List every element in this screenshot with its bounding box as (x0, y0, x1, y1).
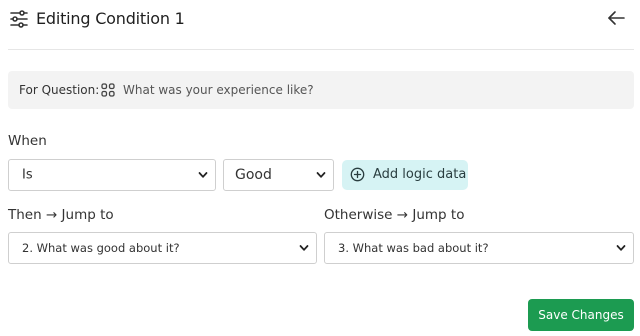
save-changes-button[interactable]: Save Changes (528, 299, 634, 331)
plus-circle-icon (350, 167, 365, 182)
answer-value: Good (235, 167, 272, 183)
operator-select[interactable]: Is (8, 159, 216, 191)
then-jump-value: 2. What was good about it? (22, 241, 180, 255)
chevron-down-icon (198, 172, 208, 178)
page-title: Editing Condition 1 (36, 9, 185, 28)
grid-icon (101, 83, 115, 97)
otherwise-label: Otherwise → Jump to (324, 207, 465, 223)
answer-select[interactable]: Good (223, 159, 334, 191)
otherwise-jump-select[interactable]: 3. What was bad about it? (324, 232, 634, 264)
arrow-left-icon[interactable] (606, 8, 626, 28)
chevron-down-icon (616, 245, 626, 251)
chevron-down-icon (299, 245, 309, 251)
otherwise-jump-value: 3. What was bad about it? (338, 241, 489, 255)
then-jump-select[interactable]: 2. What was good about it? (8, 232, 317, 264)
question-text: What was your experience like? (123, 83, 314, 97)
add-logic-label: Add logic data (373, 167, 467, 182)
chevron-down-icon (316, 172, 326, 178)
operator-value: Is (22, 167, 33, 183)
sliders-icon (10, 10, 28, 28)
then-label: Then → Jump to (8, 207, 114, 223)
question-box: For Question: What was your experience l… (8, 71, 634, 109)
when-label: When (8, 133, 47, 149)
header: Editing Condition 1 (0, 0, 640, 48)
add-logic-button[interactable]: Add logic data (342, 160, 468, 190)
header-divider (8, 49, 634, 50)
question-label: For Question: (19, 83, 100, 97)
